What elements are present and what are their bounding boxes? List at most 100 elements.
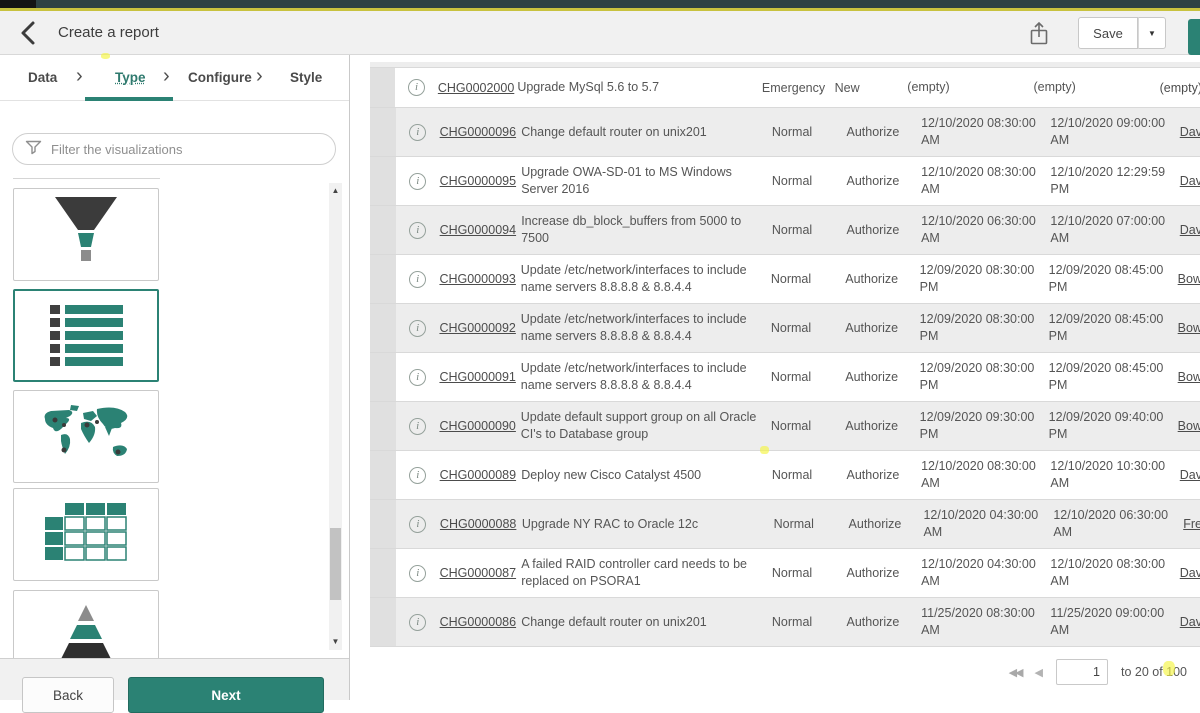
start-date: 11/25/2020 08:30:00 AM <box>921 598 1050 646</box>
info-icon[interactable]: i <box>409 614 426 631</box>
tab-style[interactable]: Style <box>290 55 322 101</box>
assigned-to-link[interactable]: Bow <box>1178 321 1200 335</box>
scroll-up-button[interactable]: ▲ <box>329 185 342 197</box>
save-split-button: Save ▼ <box>1078 17 1166 49</box>
assigned-to-link[interactable]: Dav <box>1180 223 1200 237</box>
state-value: Authorize <box>847 549 922 597</box>
save-dropdown-button[interactable]: ▼ <box>1138 17 1166 49</box>
priority-value: Normal <box>774 500 849 548</box>
visualization-filter <box>12 133 336 165</box>
short-description: Update /etc/network/interfaces to includ… <box>521 353 771 401</box>
assigned-to-link[interactable]: Bow <box>1178 272 1200 286</box>
record-number-link[interactable]: CHG0000092 <box>439 321 515 335</box>
viz-thumb-map[interactable] <box>13 390 159 483</box>
viz-thumb-list[interactable] <box>13 289 159 382</box>
assigned-to-link[interactable]: Dav <box>1180 468 1200 482</box>
save-button[interactable]: Save <box>1078 17 1138 49</box>
end-date: 11/25/2020 09:00:00 AM <box>1050 598 1179 646</box>
end-date: 12/10/2020 10:30:00 AM <box>1050 451 1179 499</box>
info-icon[interactable]: i <box>409 369 426 386</box>
short-description: Increase db_block_buffers from 5000 to 7… <box>521 206 772 254</box>
page-title: Create a report <box>58 23 159 43</box>
short-description: Upgrade MySql 5.6 to 5.7 <box>517 68 762 107</box>
row-left-gutter <box>370 255 396 303</box>
app-header: Create a report Save ▼ <box>0 11 1200 55</box>
assigned-to-link[interactable]: Dav <box>1180 174 1200 188</box>
viz-thumb-pyramid[interactable] <box>13 590 159 658</box>
priority-value: Normal <box>772 451 847 499</box>
next-button[interactable]: Next <box>128 677 324 713</box>
state-value: Authorize <box>847 108 922 156</box>
browser-top-strip <box>0 0 1200 8</box>
info-icon[interactable]: i <box>409 320 426 337</box>
priority-value: Normal <box>772 598 847 646</box>
tab-configure[interactable]: Configure <box>188 55 252 101</box>
start-date: 12/09/2020 08:30:00 PM <box>920 255 1049 303</box>
info-icon[interactable]: i <box>409 467 426 484</box>
state-value: Authorize <box>845 353 919 401</box>
short-description: Update /etc/network/interfaces to includ… <box>521 304 771 352</box>
tab-data[interactable]: Data <box>28 55 57 101</box>
assigned-to-link[interactable]: Dav <box>1180 566 1200 580</box>
start-date: 12/10/2020 08:30:00 AM <box>921 108 1050 156</box>
report-designer-panel: Data › Type › Configure › Style <box>0 55 350 700</box>
previous-page-button[interactable]: ◀ <box>1035 666 1043 679</box>
table-row: i CHG0000087 A failed RAID controller ca… <box>370 549 1200 598</box>
assigned-to-link[interactable]: (empty) <box>1160 81 1200 95</box>
record-number-link[interactable]: CHG0000086 <box>440 615 516 629</box>
scrollbar-thumb[interactable] <box>330 528 341 600</box>
end-date: 12/09/2020 08:45:00 PM <box>1049 255 1178 303</box>
assigned-to-link[interactable]: Dav <box>1180 615 1200 629</box>
assigned-to-link[interactable]: Dav <box>1180 125 1200 139</box>
page-input[interactable] <box>1056 659 1108 685</box>
priority-value: Normal <box>772 206 847 254</box>
viz-thumb-table[interactable] <box>13 488 159 581</box>
state-value: Authorize <box>845 304 919 352</box>
record-number-link[interactable]: CHG0000090 <box>439 419 515 433</box>
record-number-link[interactable]: CHG0000087 <box>440 566 516 580</box>
scroll-down-button[interactable]: ▼ <box>329 636 342 648</box>
priority-value: Normal <box>771 304 845 352</box>
start-date: (empty) <box>907 68 1033 107</box>
end-date: 12/10/2020 08:30:00 AM <box>1050 549 1179 597</box>
row-left-gutter <box>370 68 395 107</box>
info-icon[interactable]: i <box>409 516 426 533</box>
record-number-link[interactable]: CHG0000089 <box>440 468 516 482</box>
table-grid-icon <box>44 502 128 567</box>
clipped-edge-button[interactable] <box>1188 19 1200 55</box>
info-icon[interactable]: i <box>409 271 426 288</box>
info-icon[interactable]: i <box>409 124 426 141</box>
top-strip-corner <box>0 0 36 8</box>
info-icon[interactable]: i <box>408 79 425 96</box>
record-number-link[interactable]: CHG0000094 <box>440 223 516 237</box>
record-number-link[interactable]: CHG0000091 <box>439 370 515 384</box>
chevron-left-icon <box>17 34 39 49</box>
assigned-to-link[interactable]: Bow <box>1178 370 1200 384</box>
back-chevron-button[interactable] <box>16 20 40 46</box>
record-number-link[interactable]: CHG0002000 <box>438 81 514 95</box>
info-icon[interactable]: i <box>409 418 426 435</box>
tab-type[interactable]: Type <box>115 55 146 101</box>
filter-input[interactable] <box>51 142 323 157</box>
record-number-link[interactable]: CHG0000088 <box>440 517 516 531</box>
info-icon[interactable]: i <box>409 173 426 190</box>
scrollbar-track[interactable]: ▲ ▼ <box>329 183 342 650</box>
row-left-gutter <box>370 402 396 450</box>
row-left-gutter <box>370 451 396 499</box>
record-number-link[interactable]: CHG0000095 <box>440 174 516 188</box>
viz-thumb-funnel[interactable] <box>13 188 159 281</box>
assigned-to-link[interactable]: Fre <box>1183 517 1200 531</box>
end-date: 12/09/2020 09:40:00 PM <box>1049 402 1178 450</box>
state-value: Authorize <box>849 500 924 548</box>
back-button[interactable]: Back <box>22 677 114 713</box>
record-number-link[interactable]: CHG0000093 <box>439 272 515 286</box>
record-number-link[interactable]: CHG0000096 <box>440 125 516 139</box>
first-page-button[interactable]: ◀◀ <box>1009 666 1022 679</box>
info-icon[interactable]: i <box>409 565 426 582</box>
start-date: 12/09/2020 08:30:00 PM <box>920 353 1049 401</box>
row-left-gutter <box>370 304 396 352</box>
share-button[interactable] <box>1026 21 1052 49</box>
assigned-to-link[interactable]: Bow <box>1178 419 1200 433</box>
start-date: 12/10/2020 06:30:00 AM <box>921 206 1050 254</box>
info-icon[interactable]: i <box>409 222 426 239</box>
